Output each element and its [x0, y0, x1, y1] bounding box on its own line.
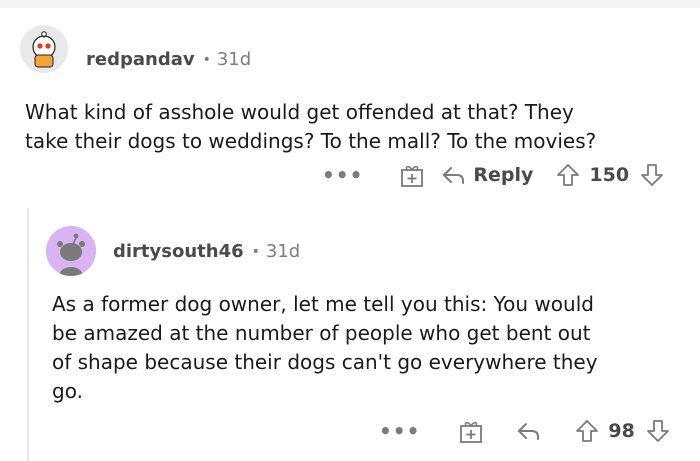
upvote-icon: [557, 164, 580, 186]
upvote-button[interactable]: [574, 418, 600, 444]
downvote-button[interactable]: [645, 418, 671, 444]
downvote-button[interactable]: [639, 162, 665, 188]
reply-arrow-icon: [443, 167, 465, 184]
comment-age: 31d: [265, 241, 301, 262]
reply-button[interactable]: Reply: [441, 163, 533, 187]
body-line: go.: [52, 379, 83, 403]
username[interactable]: redpandav: [86, 49, 195, 70]
award-button[interactable]: [399, 162, 425, 188]
comment-body: As a former dog owner, let me tell you t…: [52, 290, 598, 406]
body-line: be amazed at the number of people who ge…: [52, 321, 591, 345]
comment-actions: ••• Reply 150: [322, 162, 665, 188]
body-line: take their dogs to weddings? To the mall…: [25, 129, 597, 153]
vote-count: 98: [608, 420, 635, 442]
more-options-button[interactable]: •••: [322, 165, 363, 185]
avatar[interactable]: [46, 226, 96, 276]
snoo-avatar-icon: [20, 25, 68, 73]
gift-icon: [401, 165, 424, 187]
comment-body: What kind of asshole would get offended …: [25, 98, 596, 156]
downvote-icon: [646, 420, 669, 442]
comment-age: 31d: [216, 49, 252, 70]
gift-icon: [460, 421, 483, 443]
avatar[interactable]: [20, 25, 68, 73]
top-divider: [0, 0, 700, 8]
meta-separator: •: [202, 51, 211, 68]
meta-separator: •: [251, 243, 260, 260]
reply-arrow-icon: [518, 423, 540, 440]
award-button[interactable]: [458, 418, 484, 444]
more-options-button[interactable]: •••: [379, 421, 420, 441]
thread-line[interactable]: [27, 208, 29, 461]
body-line: What kind of asshole would get offended …: [25, 100, 574, 124]
body-line: As a former dog owner, let me tell you t…: [52, 292, 594, 316]
body-line: of shape because their dogs can't go eve…: [52, 350, 598, 374]
reply-label: Reply: [473, 164, 534, 186]
downvote-icon: [641, 164, 663, 186]
comment-meta: redpandav • 31d: [86, 49, 251, 70]
comment-meta: dirtysouth46 • 31d: [113, 241, 300, 262]
snoo-avatar-icon: [46, 226, 96, 276]
comment-actions: ••• 98: [379, 418, 671, 444]
upvote-button[interactable]: [555, 162, 581, 188]
username[interactable]: dirtysouth46: [113, 241, 244, 262]
upvote-icon: [576, 420, 599, 442]
vote-count: 150: [589, 164, 630, 186]
reply-button[interactable]: [516, 419, 542, 443]
